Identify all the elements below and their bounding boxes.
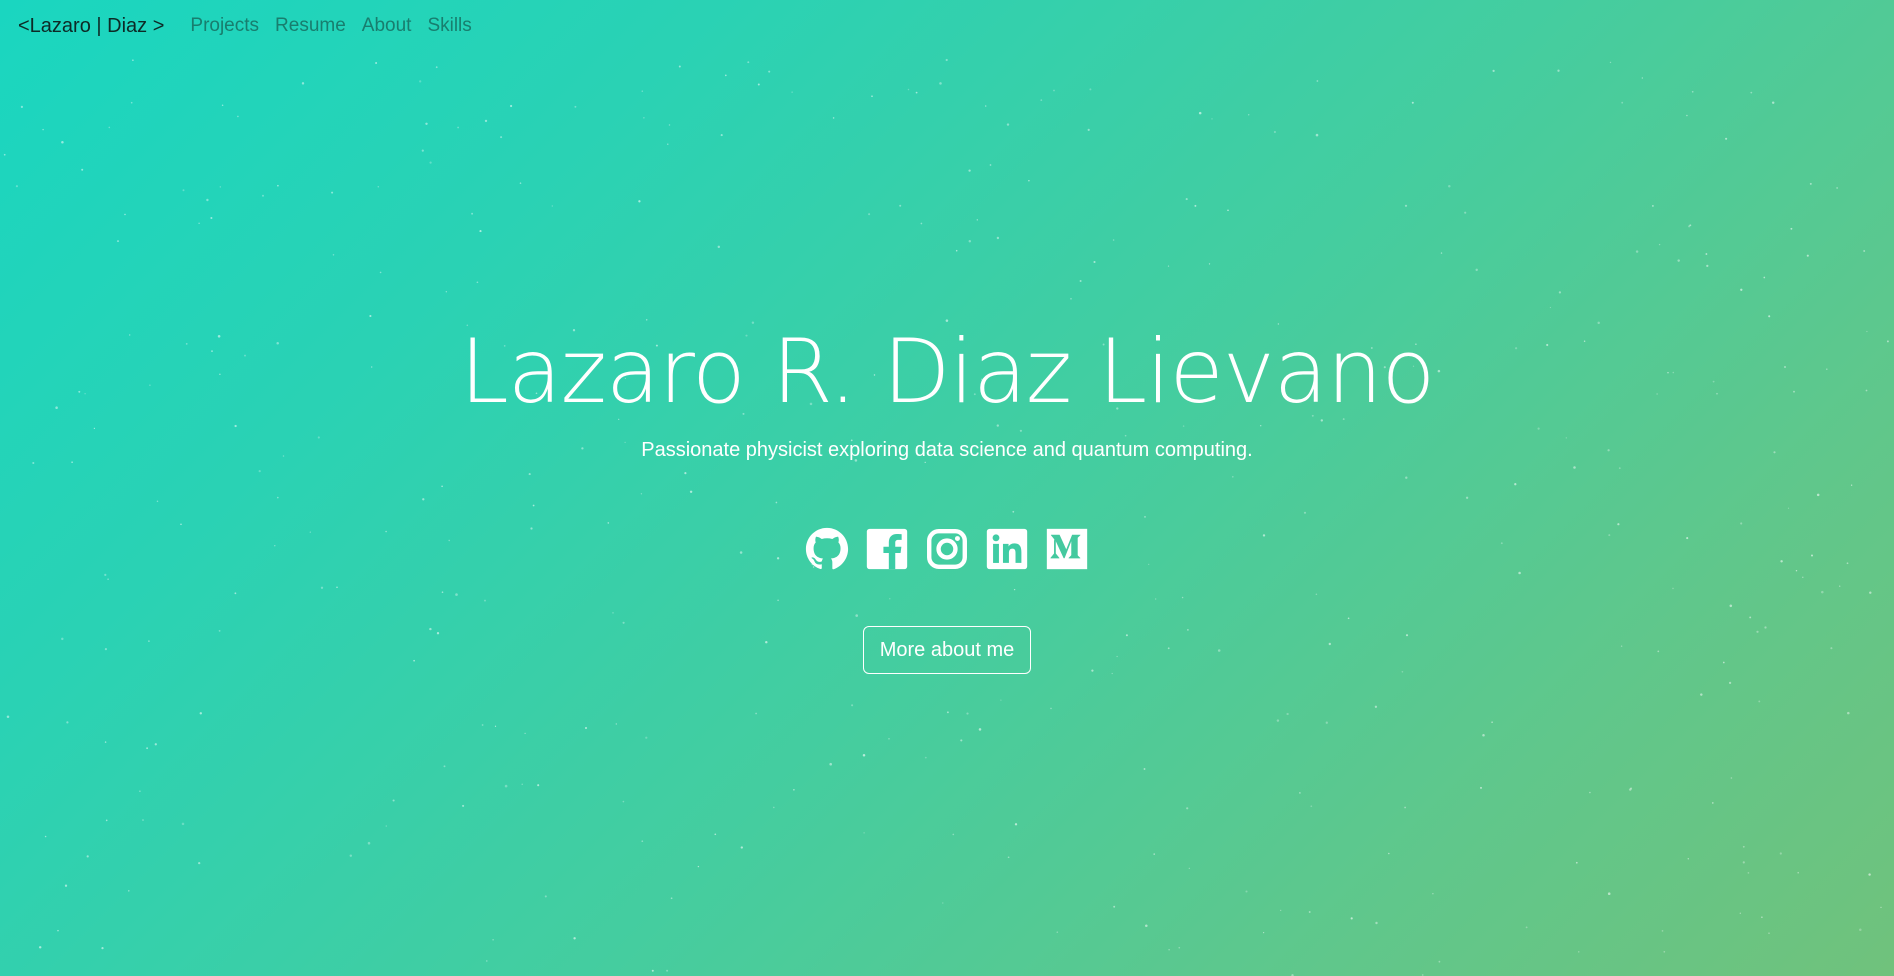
medium-link[interactable] [1045,527,1089,571]
github-icon [805,527,849,570]
social-icons [0,527,1894,571]
medium-icon [1046,528,1088,570]
hero-title: Lazaro R. Diaz Lievano [459,320,1436,423]
facebook-link[interactable] [865,527,909,571]
instagram-icon [927,529,967,569]
github-link[interactable] [805,527,849,571]
instagram-link[interactable] [925,527,969,571]
hero-section: Lazaro R. Diaz Lievano Passionate physic… [0,0,1894,976]
linkedin-link[interactable] [985,527,1029,571]
linkedin-icon [986,528,1028,570]
cta-wrapper: More about me [0,626,1894,674]
more-about-me-button[interactable]: More about me [862,626,1032,674]
hero-subtitle: Passionate physicist exploring data scie… [641,439,1253,461]
facebook-icon [866,528,908,570]
